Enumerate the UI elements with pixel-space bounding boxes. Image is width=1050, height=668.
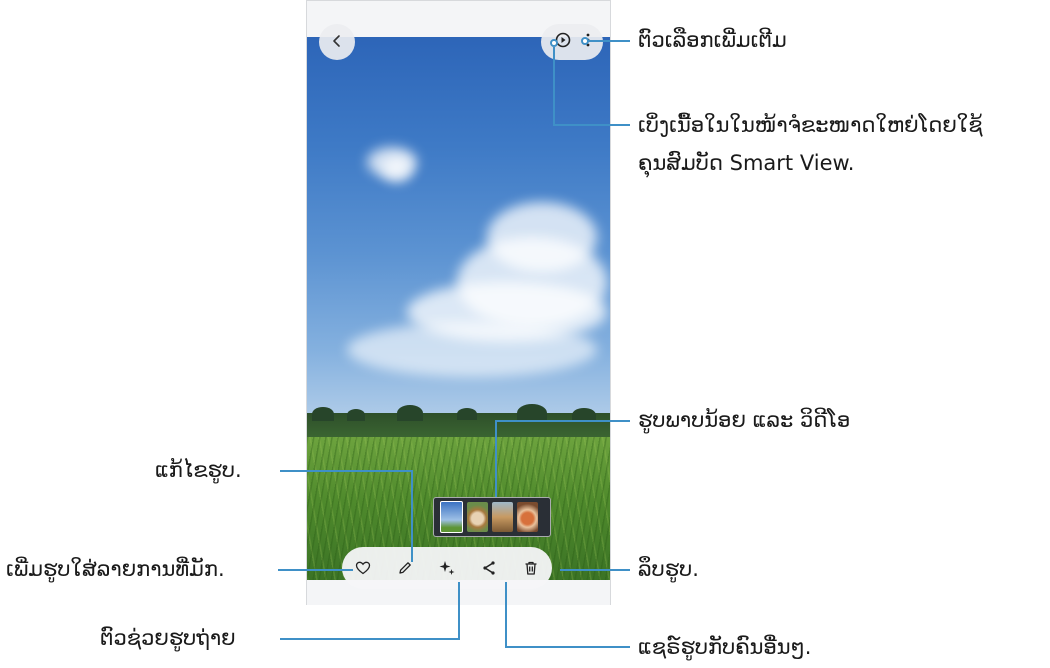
callout-line-smart-view <box>553 47 555 125</box>
callout-line-assistant <box>280 638 460 640</box>
callout-line-edit <box>280 470 413 472</box>
thumbnail-item[interactable] <box>440 501 463 533</box>
callout-line-edit-v <box>411 470 413 562</box>
thumbnail-item[interactable] <box>467 502 488 532</box>
heart-icon[interactable] <box>352 557 374 579</box>
label-assistant: ຕົວຊ່ວຍຮູບຖ່າຍ <box>100 626 236 650</box>
callout-line-assistant-v <box>458 582 460 640</box>
phone-screen <box>306 0 611 605</box>
label-delete: ລຶບຮູບ. <box>638 557 699 581</box>
callout-line-share <box>505 582 507 648</box>
callout-line-more-options <box>588 40 630 42</box>
back-button[interactable] <box>319 24 355 60</box>
trash-icon[interactable] <box>520 557 542 579</box>
back-icon <box>330 33 344 52</box>
callout-line-thumbnails <box>495 421 497 497</box>
label-smart-view-1: ເບິ່ງເນື້ອໃນໃນໜ້າຈໍຂະໜາດໃຫຍ່ໂດຍໃຊ້ <box>638 113 983 137</box>
label-thumbnails: ຮູບພາບນ້ອຍ ແລະ ວິດີໂອ <box>638 408 851 432</box>
callout-dot-smart-view <box>550 39 558 47</box>
callout-line-smart-view-h <box>553 124 630 126</box>
label-edit: ແກ້ໄຂຮູບ. <box>155 458 242 482</box>
bottom-toolbar <box>342 547 552 589</box>
label-share: ແຊຣ໌ຮູບກັບຄົນອື່ນໆ. <box>638 635 812 659</box>
thumbnail-item[interactable] <box>517 502 538 532</box>
callout-line-share-h <box>505 646 630 648</box>
thumbnail-item[interactable] <box>492 502 513 532</box>
sparkle-icon[interactable] <box>436 557 458 579</box>
label-smart-view-2: ຄຸນສົມບັດ Smart View. <box>638 151 855 175</box>
callout-line-favorite <box>278 569 353 571</box>
share-icon[interactable] <box>478 557 500 579</box>
label-favorite: ເພີ່ມຮູບໃສ່ລາຍການທີ່ມັກ. <box>6 557 225 581</box>
callout-line-thumbnails-h <box>495 420 630 422</box>
thumbnail-strip[interactable] <box>433 497 551 537</box>
label-more-options: ຕົວເລືອກເພີ່ມເຕີມ <box>638 28 787 52</box>
callout-line-delete <box>560 569 630 571</box>
callout-dot-more-options <box>581 37 589 45</box>
